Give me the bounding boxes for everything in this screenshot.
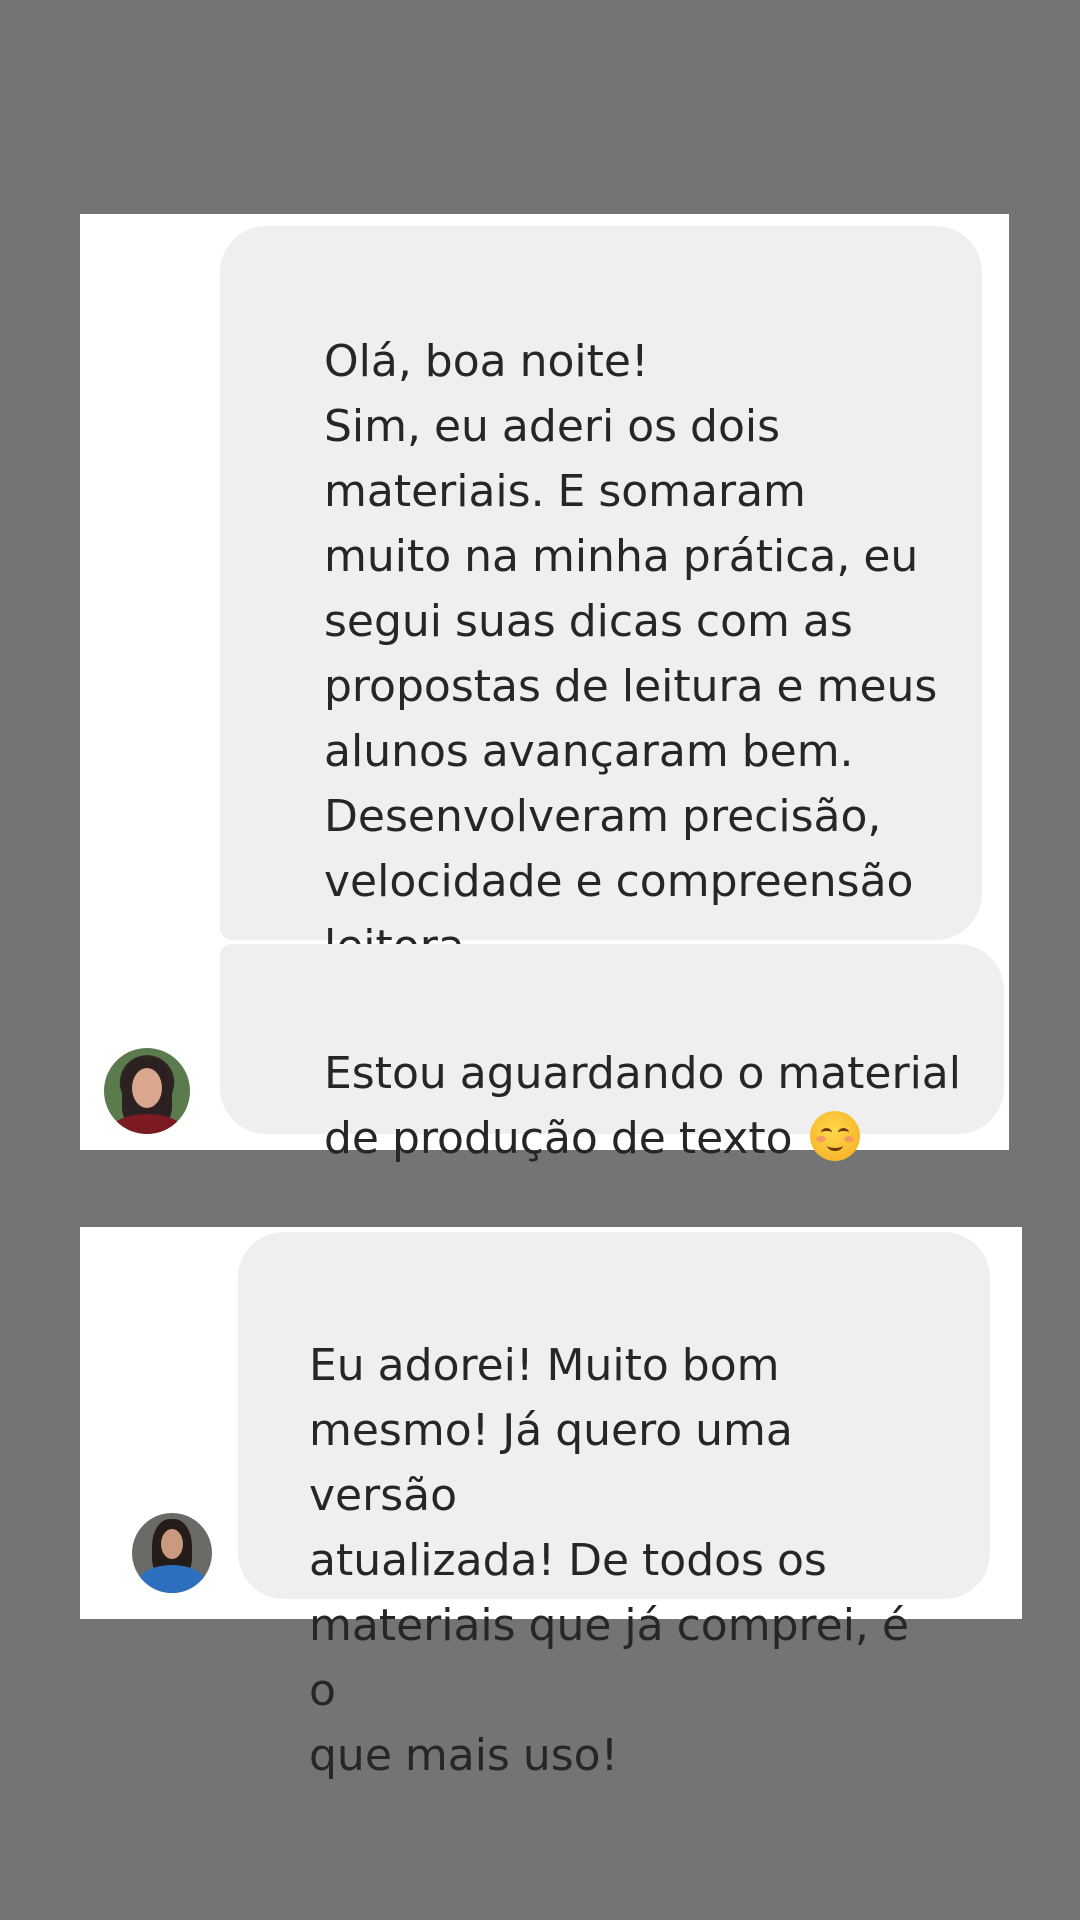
message-text: Eu adorei! Muito bom mesmo! Já quero uma… (309, 1340, 909, 1781)
chat-screenshot-card-1: Olá, boa noite! Sim, eu aderi os dois ma… (80, 214, 1009, 1164)
message-text: Estou aguardando o material de produção … (324, 1048, 961, 1164)
message-bubble: Olá, boa noite! Sim, eu aderi os dois ma… (220, 226, 982, 972)
message-bubble: Estou aguardando o material de produção … (220, 944, 1004, 1164)
avatar[interactable] (132, 1513, 212, 1593)
blushing-smile-emoji-icon (809, 1111, 860, 1161)
chat-screenshot-card-2: Eu adorei! Muito bom mesmo! Já quero uma… (80, 1227, 1022, 1781)
message-text: Olá, boa noite! Sim, eu aderi os dois ma… (324, 336, 938, 972)
message-bubble: Eu adorei! Muito bom mesmo! Já quero uma… (238, 1232, 990, 1781)
avatar[interactable] (104, 1048, 190, 1134)
